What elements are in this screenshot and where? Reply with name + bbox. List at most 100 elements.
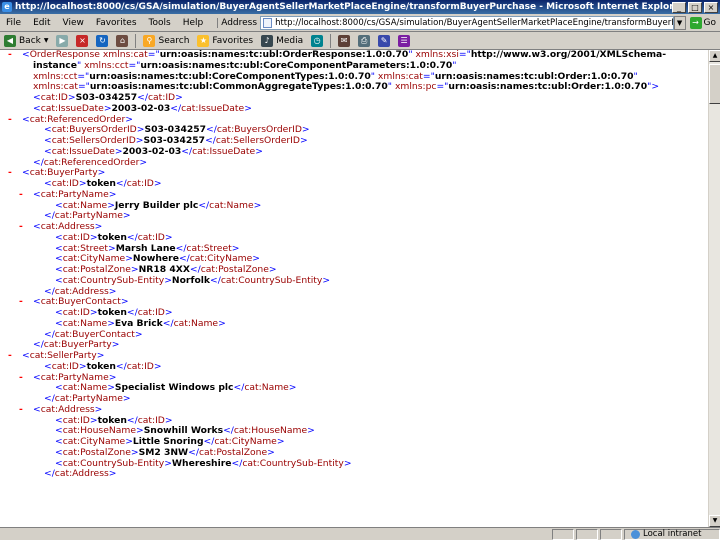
intranet-globe-icon: [631, 529, 640, 539]
maximize-icon[interactable]: □: [688, 1, 702, 13]
discuss-icon: ☰: [398, 34, 411, 47]
xml-token: cat:HouseName: [62, 425, 136, 437]
xml-token: urn:oasis:names:tc:ubl:Order:1.0:0.70: [448, 81, 648, 93]
menu-favorites[interactable]: Favorites: [90, 18, 143, 28]
print-button[interactable]: ⎙: [354, 34, 374, 47]
xml-token: instance: [33, 59, 77, 71]
xml-token: <: [55, 457, 63, 469]
xml-token: urn:oasis:names:tc:ubl:Order:1.0:0.70: [434, 70, 634, 82]
xml-token: </: [170, 102, 182, 114]
xml-token: <: [55, 231, 63, 243]
vertical-scrollbar[interactable]: ▲ ▼: [708, 50, 720, 527]
page-icon: [263, 17, 273, 28]
menu-file[interactable]: File: [0, 18, 27, 28]
xml-token: ": [452, 59, 457, 71]
xml-token: urn:oasis:names:tc:ubl:CommonAggregateTy…: [89, 81, 388, 93]
xml-token: <: [55, 436, 63, 447]
xml-token: cat:CountrySub-Entity: [242, 457, 344, 469]
xml-token: <: [22, 167, 30, 179]
xml-token: >: [97, 167, 106, 179]
menu-tools[interactable]: Tools: [143, 18, 177, 28]
favorites-button[interactable]: ★ Favorites: [193, 34, 257, 47]
mail-button[interactable]: ✉: [334, 34, 354, 47]
address-input[interactable]: http://localhost:8000/cs/GSA/simulation/…: [260, 15, 674, 30]
xml-token: >: [89, 307, 98, 318]
xml-token: cat:Address: [40, 221, 95, 232]
xml-token: >: [252, 253, 260, 265]
back-dropdown-icon[interactable]: ▼: [44, 37, 49, 44]
go-arrow-icon: →: [689, 16, 702, 29]
xml-token: >: [267, 446, 275, 458]
go-button[interactable]: → Go: [689, 16, 716, 29]
close-icon[interactable]: ×: [704, 1, 718, 13]
collapse-toggle[interactable]: -: [8, 50, 12, 61]
collapse-toggle[interactable]: -: [8, 350, 12, 362]
scroll-down-icon[interactable]: ▼: [709, 515, 720, 527]
stop-button[interactable]: ×: [72, 34, 92, 47]
xml-token: >: [78, 360, 87, 372]
title-bar: e http://localhost:8000/cs/GSA/simulatio…: [0, 0, 720, 14]
collapse-toggle[interactable]: -: [19, 372, 23, 384]
xml-token: </: [33, 339, 44, 351]
status-cell: [600, 528, 622, 540]
xml-token: </: [115, 360, 127, 372]
xml-token: </: [205, 135, 216, 146]
xml-token: <: [33, 221, 41, 232]
scroll-up-icon[interactable]: ▲: [709, 50, 720, 62]
xml-token: <: [33, 371, 41, 383]
collapse-toggle[interactable]: -: [19, 221, 23, 233]
back-button[interactable]: ◀ Back ▼: [0, 34, 52, 47]
history-icon: ◷: [311, 34, 324, 47]
collapse-toggle[interactable]: -: [8, 167, 12, 179]
xml-token: cat:Name: [62, 317, 108, 329]
refresh-button[interactable]: ↻: [92, 34, 112, 47]
mail-icon: ✉: [338, 34, 351, 47]
xml-token: Specialist Windows plc: [114, 382, 234, 394]
back-arrow-icon: ◀: [4, 34, 16, 47]
xml-token: >: [244, 102, 252, 114]
xml-token: >: [307, 425, 315, 437]
forward-button[interactable]: ▶: [52, 34, 72, 47]
xml-token: ">: [647, 81, 660, 93]
menu-view[interactable]: View: [57, 18, 90, 28]
scroll-thumb[interactable]: [709, 64, 720, 104]
media-button[interactable]: ♪ Media: [257, 34, 307, 47]
xml-token: cat:IssueDate: [181, 102, 245, 114]
history-button[interactable]: ◷: [307, 34, 327, 47]
xml-token: <: [44, 360, 52, 372]
xml-token: cat:ReferencedOrder: [29, 113, 126, 125]
xml-token: </: [33, 156, 44, 168]
xml-token: >: [153, 178, 162, 189]
xml-token: =": [422, 70, 435, 82]
xml-line: </cat:ReferencedOrder>: [0, 156, 708, 169]
collapse-toggle[interactable]: -: [8, 114, 12, 126]
address-dropdown-icon[interactable]: ▼: [673, 15, 686, 30]
xml-token: cat:Name: [173, 317, 219, 329]
xml-token: Jerry Builder plc: [114, 199, 199, 211]
toolbar-separator: [330, 33, 332, 48]
xml-token: cat:BuyersOrderID: [216, 124, 302, 136]
home-button[interactable]: ⌂: [112, 34, 132, 47]
xml-token: <: [44, 178, 52, 189]
collapse-toggle[interactable]: -: [19, 296, 23, 308]
collapse-toggle[interactable]: -: [19, 189, 23, 201]
xml-token: >: [255, 145, 263, 157]
window-title: http://localhost:8000/cs/GSA/simulation/…: [15, 2, 672, 12]
xml-token: >: [111, 339, 120, 351]
discuss-button[interactable]: ☰: [394, 34, 414, 47]
xml-token: >: [130, 264, 139, 275]
collapse-toggle[interactable]: -: [19, 404, 23, 416]
xml-token: </: [44, 393, 55, 404]
xml-token: cat:BuyerContact: [54, 328, 135, 340]
xml-token: xmlns:cat: [99, 50, 148, 60]
edit-button[interactable]: ✎: [374, 34, 394, 47]
menu-help[interactable]: Help: [177, 18, 210, 28]
search-button[interactable]: ⚲ Search: [139, 34, 193, 47]
address-value[interactable]: http://localhost:8000/cs/GSA/simulation/…: [275, 18, 672, 28]
xml-token: <: [55, 446, 63, 458]
xml-token: >: [322, 274, 331, 286]
xml-token: =": [77, 70, 90, 82]
xml-token: </: [44, 328, 55, 340]
menu-edit[interactable]: Edit: [27, 18, 56, 28]
minimize-icon[interactable]: _: [672, 1, 686, 13]
